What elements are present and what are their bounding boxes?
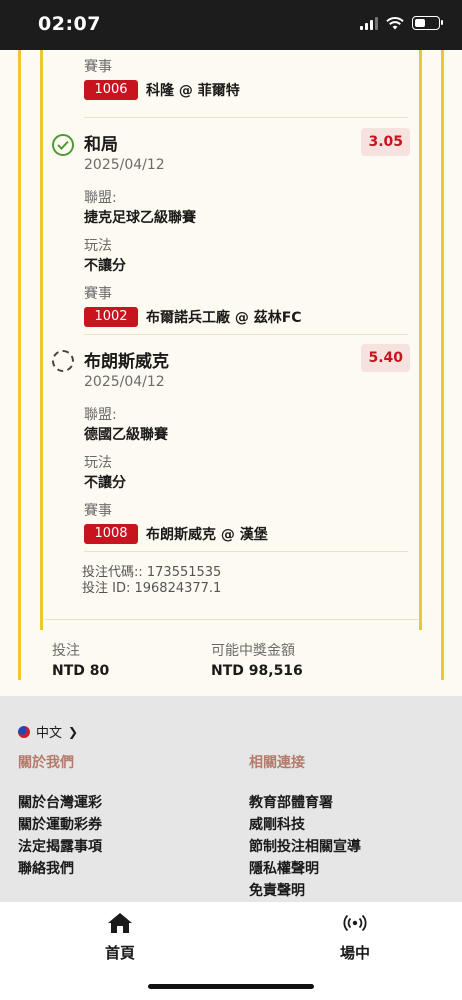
match-row: 1008 布朗斯威克 @ 漢堡	[84, 524, 268, 544]
selection-title: 和局	[84, 135, 118, 155]
about-heading: 關於我們	[18, 755, 74, 771]
language-label: 中文	[36, 726, 63, 741]
signal-icon	[360, 16, 378, 30]
home-indicator[interactable]	[148, 984, 314, 989]
match-row: 1002 布爾諾兵工廠 @ 茲林FC	[84, 307, 302, 327]
match-name: 布朗斯威克 @ 漢堡	[146, 527, 268, 543]
league-label: 聯盟:	[84, 190, 117, 206]
bet-code-line: 投注代碼:: 173551535	[82, 565, 222, 580]
site-footer: 中文 ❯ 關於我們 相關連接 關於台灣運彩 關於運動彩券 法定揭露事項 聯絡我們…	[0, 696, 462, 902]
match-name: 布爾諾兵工廠 @ 茲林FC	[146, 310, 302, 326]
bet-code-block: 投注代碼:: 173551535 投注 ID: 196824377.1	[82, 565, 221, 597]
payout-value: NTD 98,516	[211, 663, 303, 679]
selection-title: 布朗斯威克	[84, 352, 169, 372]
pending-circle-icon	[52, 350, 74, 372]
footer-link[interactable]: 法定揭露事項	[18, 836, 102, 858]
ticket-border-right	[441, 50, 444, 680]
footer-link[interactable]: 關於運動彩券	[18, 814, 102, 836]
selection-3: 布朗斯威克 2025/04/12 聯盟: 德國乙級聯賽 玩法 不讓分 賽事 10…	[84, 347, 268, 544]
chevron-down-icon: ❯	[68, 724, 79, 739]
league-value: 捷克足球乙級聯賽	[84, 210, 196, 226]
nav-live[interactable]: 場中	[315, 912, 395, 963]
selection-date: 2025/04/12	[84, 374, 165, 390]
footer-link[interactable]: 隱私權聲明	[249, 858, 361, 880]
play-value: 不讓分	[84, 258, 126, 274]
league-value: 德國乙級聯賽	[84, 427, 168, 443]
stake-value: NTD 80	[52, 663, 110, 679]
selection-2: 和局 2025/04/12 聯盟: 捷克足球乙級聯賽 玩法 不讓分 賽事 100…	[84, 130, 302, 327]
match-label: 賽事	[84, 59, 112, 75]
wifi-icon	[386, 16, 404, 29]
match-label: 賽事	[84, 286, 112, 302]
nav-home-label: 首頁	[104, 944, 135, 962]
status-bar: 02:07	[0, 0, 462, 50]
selection-date: 2025/04/12	[84, 157, 165, 173]
stake-total: 投注 NTD 80	[52, 640, 109, 679]
status-time: 02:07	[38, 13, 101, 35]
footer-link[interactable]: 關於台灣運彩	[18, 792, 102, 814]
footer-link[interactable]: 教育部體育署	[249, 792, 361, 814]
ticket-border-left	[18, 50, 21, 680]
ticket-inner-border-right	[419, 50, 422, 630]
bet-id-line: 投注 ID: 196824377.1	[82, 581, 222, 596]
footer-link[interactable]: 威剛科技	[249, 814, 361, 836]
bet-slip-ticket: 賽事 1006 科隆 @ 菲爾特 和局 2025/04/12 聯盟: 捷克足球乙…	[0, 50, 462, 696]
payout-label: 可能中獎金額	[211, 643, 295, 659]
taiwan-flag-icon	[18, 725, 30, 738]
live-broadcast-icon	[343, 914, 367, 932]
footer-link[interactable]: 免責聲明	[249, 880, 361, 902]
play-value: 不讓分	[84, 475, 126, 491]
stake-label: 投注	[52, 643, 80, 659]
footer-link[interactable]: 聯絡我們	[18, 858, 102, 880]
about-links: 關於台灣運彩 關於運動彩券 法定揭露事項 聯絡我們	[18, 792, 102, 880]
play-label: 玩法	[84, 455, 112, 471]
battery-icon	[412, 16, 443, 30]
nav-home[interactable]: 首頁	[80, 912, 160, 963]
selection-1-match: 賽事 1006 科隆 @ 菲爾特	[84, 56, 240, 100]
odds-badge: 3.05	[361, 128, 410, 156]
home-icon	[108, 913, 132, 933]
league-label: 聯盟:	[84, 407, 117, 423]
match-code-badge: 1002	[84, 307, 138, 327]
language-selector[interactable]: 中文 ❯	[18, 722, 78, 741]
divider	[84, 334, 408, 335]
related-links: 教育部體育署 威剛科技 節制投注相關宣導 隱私權聲明 免責聲明	[249, 792, 361, 902]
match-name: 科隆 @ 菲爾特	[146, 83, 240, 99]
match-label: 賽事	[84, 503, 112, 519]
nav-live-label: 場中	[339, 944, 370, 962]
divider	[84, 117, 408, 118]
status-icons	[360, 16, 443, 30]
play-label: 玩法	[84, 238, 112, 254]
check-circle-icon	[52, 134, 74, 156]
odds-badge: 5.40	[361, 344, 410, 372]
match-code-badge: 1006	[84, 80, 138, 100]
payout-total: 可能中獎金額 NTD 98,516	[211, 640, 303, 679]
match-code-badge: 1008	[84, 524, 138, 544]
ticket-inner-border-left	[40, 50, 43, 630]
match-row: 1006 科隆 @ 菲爾特	[84, 80, 240, 100]
related-heading: 相關連接	[249, 755, 305, 771]
divider	[44, 619, 418, 620]
divider	[84, 551, 408, 552]
footer-link[interactable]: 節制投注相關宣導	[249, 836, 361, 858]
